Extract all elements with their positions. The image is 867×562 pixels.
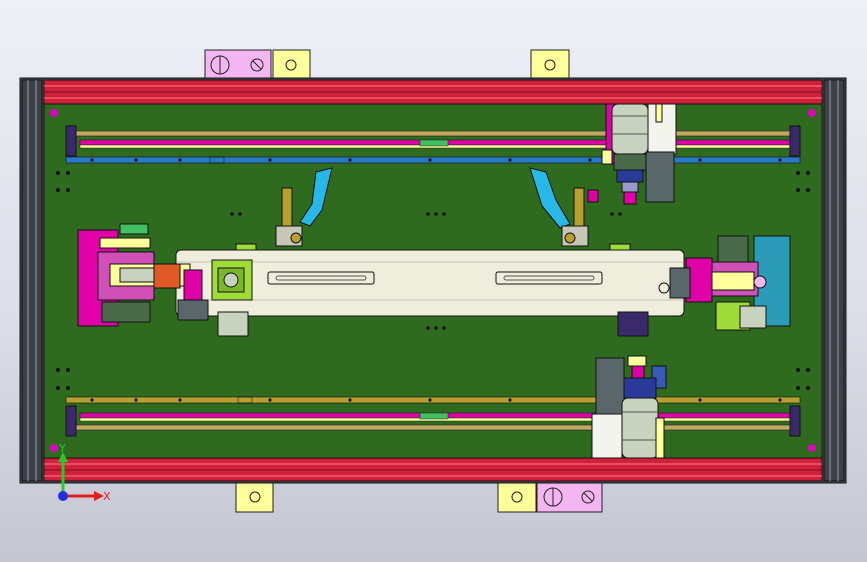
rail-end-block xyxy=(789,405,801,437)
top-guide-rail xyxy=(65,125,801,164)
z-axis-dot xyxy=(58,491,68,501)
rail-end-block xyxy=(789,125,801,157)
pad-pink-bottom xyxy=(536,481,603,513)
rail-end-block xyxy=(65,125,77,157)
y-axis-label: Y xyxy=(58,442,66,455)
rail-gold xyxy=(65,396,801,404)
pad-yellow-top-2 xyxy=(530,49,570,81)
rail-blue xyxy=(65,156,801,164)
frame-right-profile xyxy=(823,79,845,482)
fixture-assembly-drawing: Y X xyxy=(19,49,847,513)
pad-yellow-bottom-2 xyxy=(497,481,537,513)
bottom-guide-rail xyxy=(65,396,801,437)
cad-viewport[interactable]: Y X xyxy=(0,0,867,562)
top-mounting-pads xyxy=(204,49,570,81)
pad-yellow-bottom-1 xyxy=(235,481,274,513)
pad-pink-top xyxy=(204,49,272,81)
frame-left-profile xyxy=(21,79,43,482)
bottom-mounting-pads xyxy=(235,481,603,513)
rail-end-block xyxy=(65,405,77,437)
pad-yellow-top-1 xyxy=(272,49,311,81)
x-axis-label: X xyxy=(103,490,111,503)
